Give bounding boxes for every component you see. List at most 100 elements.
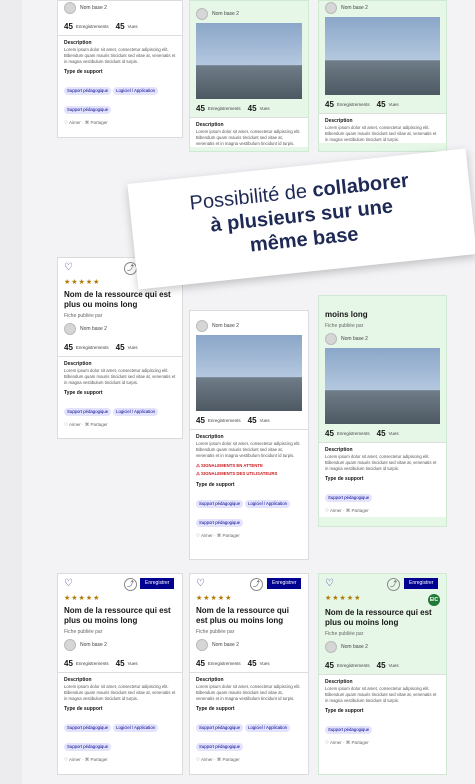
tag-chip[interactable]: Support pédagogique	[64, 743, 112, 751]
stats-row: 45 Enregistrements 45 Vues	[319, 424, 446, 443]
avatar	[325, 2, 337, 14]
description-text: Lorem ipsum dolor sit amet, consectetur …	[325, 125, 437, 142]
avatar	[196, 320, 208, 332]
save-label: Enregistrements	[75, 344, 109, 350]
card-actions[interactable]: ♡ Aimer · ⌘ Partager	[58, 419, 182, 431]
save-label: Enregistrements	[75, 660, 109, 666]
tag-chip[interactable]: Support pédagogique	[64, 87, 112, 95]
card-actions[interactable]: ♡ Aimer · ⌘ Partager	[190, 530, 308, 542]
resource-title[interactable]: Nom de la ressource qui est plus ou moin…	[58, 604, 182, 626]
author-row: Nom base 2	[58, 636, 182, 654]
resource-title[interactable]: Nom de la ressource qui est plus ou moin…	[319, 606, 446, 628]
share-icon[interactable]: ⤴	[124, 578, 137, 591]
author-row: Nom base 2	[319, 1, 446, 17]
card-actions[interactable]: ♡ Aimer · ⌘ Partager	[319, 505, 446, 517]
description-title: Description	[325, 118, 353, 124]
resource-card[interactable]: Nom base 2 45 Enregistrements 45 Vues Descr…	[318, 0, 447, 152]
heart-icon[interactable]: ♡	[64, 263, 73, 273]
partner-logo: EIC	[428, 594, 440, 606]
description-text: Lorem ipsum dolor sit amet, consectetur …	[196, 684, 301, 701]
card-toolbar: ♡ ⤴ Enregistrer	[58, 574, 182, 594]
description-text: Lorem ipsum dolor sit amet, consectetur …	[64, 368, 176, 385]
tag-chip[interactable]: Logiciel / Application	[113, 87, 159, 95]
support-type-title: Type de support	[64, 69, 103, 75]
save-count: 45	[196, 658, 205, 668]
card-actions[interactable]: ♡ Aimer · ⌘ Partager	[58, 754, 182, 766]
heart-icon[interactable]: ♡	[196, 579, 205, 589]
share-icon[interactable]: ⤴	[387, 578, 400, 591]
tag-chip[interactable]: Support pédagogique	[64, 106, 112, 114]
resource-card[interactable]: ♡ ⤴ Enregistrer ★★★★★ EIC Nom de la ress…	[318, 573, 447, 775]
author-name: Nom base 2	[212, 11, 239, 17]
author-row: Nom base 2	[58, 320, 182, 338]
card-actions[interactable]: ♡ Aimer · ⌘ Partager	[190, 754, 308, 766]
avatar	[64, 323, 76, 335]
tag-chip[interactable]: Logiciel / Application	[245, 500, 291, 508]
resource-title[interactable]: moins long	[319, 296, 446, 320]
description-text: Lorem ipsum dolor sit amet, consectetur …	[64, 684, 176, 701]
stats-row: 45 Enregistrements 45 Vues	[190, 99, 308, 118]
support-type-title: Type de support	[64, 706, 103, 712]
card-actions[interactable]: ♡ Aimer · ⌘ Partager	[319, 737, 446, 749]
resource-card[interactable]: Nom base 2 45 Enregistrements 45 Vues Descr…	[189, 310, 309, 560]
view-count: 45	[247, 415, 257, 425]
resource-card[interactable]: ♡ ⤴ Enregistrer ★★★★★ Nom de la ressourc…	[189, 573, 309, 775]
resource-card[interactable]: ♡ ⤴ Enregistrer ★★★★★ Nom de la ressourc…	[57, 573, 183, 775]
save-count: 45	[64, 21, 73, 31]
description-title: Description	[196, 434, 224, 440]
tag-chip[interactable]: Support pédagogique	[196, 743, 244, 751]
save-button[interactable]: Enregistrer	[140, 578, 175, 589]
save-count: 45	[196, 415, 205, 425]
tag-chip[interactable]: Support pédagogique	[64, 408, 112, 416]
tag-chip[interactable]: Logiciel / Application	[245, 724, 291, 732]
resource-image	[325, 17, 440, 95]
save-label: Enregistrements	[207, 105, 241, 111]
tag-chip[interactable]: Support pédagogique	[196, 500, 244, 508]
tag-chip[interactable]: Support pédagogique	[325, 494, 373, 502]
tag-chip[interactable]: Support pédagogique	[196, 724, 244, 732]
description-text: Lorem ipsum dolor sit amet, consectetur …	[196, 129, 301, 146]
save-label: Enregistrements	[207, 417, 241, 423]
stats-row: 45 Enregistrements 45 Vues	[190, 411, 308, 430]
view-count: 45	[376, 660, 386, 670]
save-button[interactable]: Enregistrer	[404, 578, 439, 589]
save-count: 45	[325, 428, 334, 438]
tag-chip[interactable]: Support pédagogique	[64, 724, 112, 732]
view-count: 45	[376, 428, 386, 438]
stats-row: 45 Enregistrements 45 Vues	[319, 656, 446, 675]
author-row: Nom base 2	[190, 1, 308, 23]
support-type-title: Type de support	[64, 390, 103, 396]
author-name: Nom base 2	[341, 336, 368, 342]
resource-card[interactable]: Nom base 2 45 Enregistrements 45 Vues Descr…	[57, 0, 183, 138]
heart-icon[interactable]: ♡	[325, 579, 334, 589]
resource-title[interactable]: Nom de la ressource qui est plus ou moin…	[190, 604, 308, 626]
description-title: Description	[64, 677, 92, 683]
author-row: Nom base 2	[190, 311, 308, 335]
save-button[interactable]: Enregistrer	[267, 578, 302, 589]
tag-chip[interactable]: Support pédagogique	[325, 726, 373, 734]
save-count: 45	[325, 660, 334, 670]
heart-icon[interactable]: ♡	[64, 579, 73, 589]
resource-image	[325, 348, 440, 424]
rating-stars: ★★★★★	[196, 595, 233, 602]
description-title: Description	[196, 122, 224, 128]
description-title: Description	[196, 677, 224, 683]
resource-title[interactable]: Nom de la ressource qui est plus ou moin…	[58, 288, 182, 310]
description-text: Lorem ipsum dolor sit amet, consectetur …	[325, 686, 437, 703]
support-type-title: Type de support	[325, 708, 364, 714]
card-toolbar: ♡ ⤴ Enregistrer	[190, 574, 308, 594]
avatar	[325, 333, 337, 345]
save-label: Enregistrements	[336, 430, 370, 436]
share-icon[interactable]: ⤴	[250, 578, 263, 591]
resource-card[interactable]: Nom base 2 45 Enregistrements 45 Vues Descr…	[189, 0, 309, 152]
tag-chip[interactable]: Support pédagogique	[196, 519, 244, 527]
description-title: Description	[64, 361, 92, 367]
save-count: 45	[64, 658, 73, 668]
card-actions[interactable]: ♡ Aimer · ⌘ Partager	[58, 117, 182, 129]
save-count: 45	[196, 103, 205, 113]
tag-chip[interactable]: Logiciel / Application	[113, 724, 159, 732]
view-label: Vues	[127, 23, 138, 29]
resource-card[interactable]: moins long Fiche publiée par Nom base 2 …	[318, 295, 447, 527]
tag-chip[interactable]: Logiciel / Application	[113, 408, 159, 416]
save-count: 45	[64, 342, 73, 352]
